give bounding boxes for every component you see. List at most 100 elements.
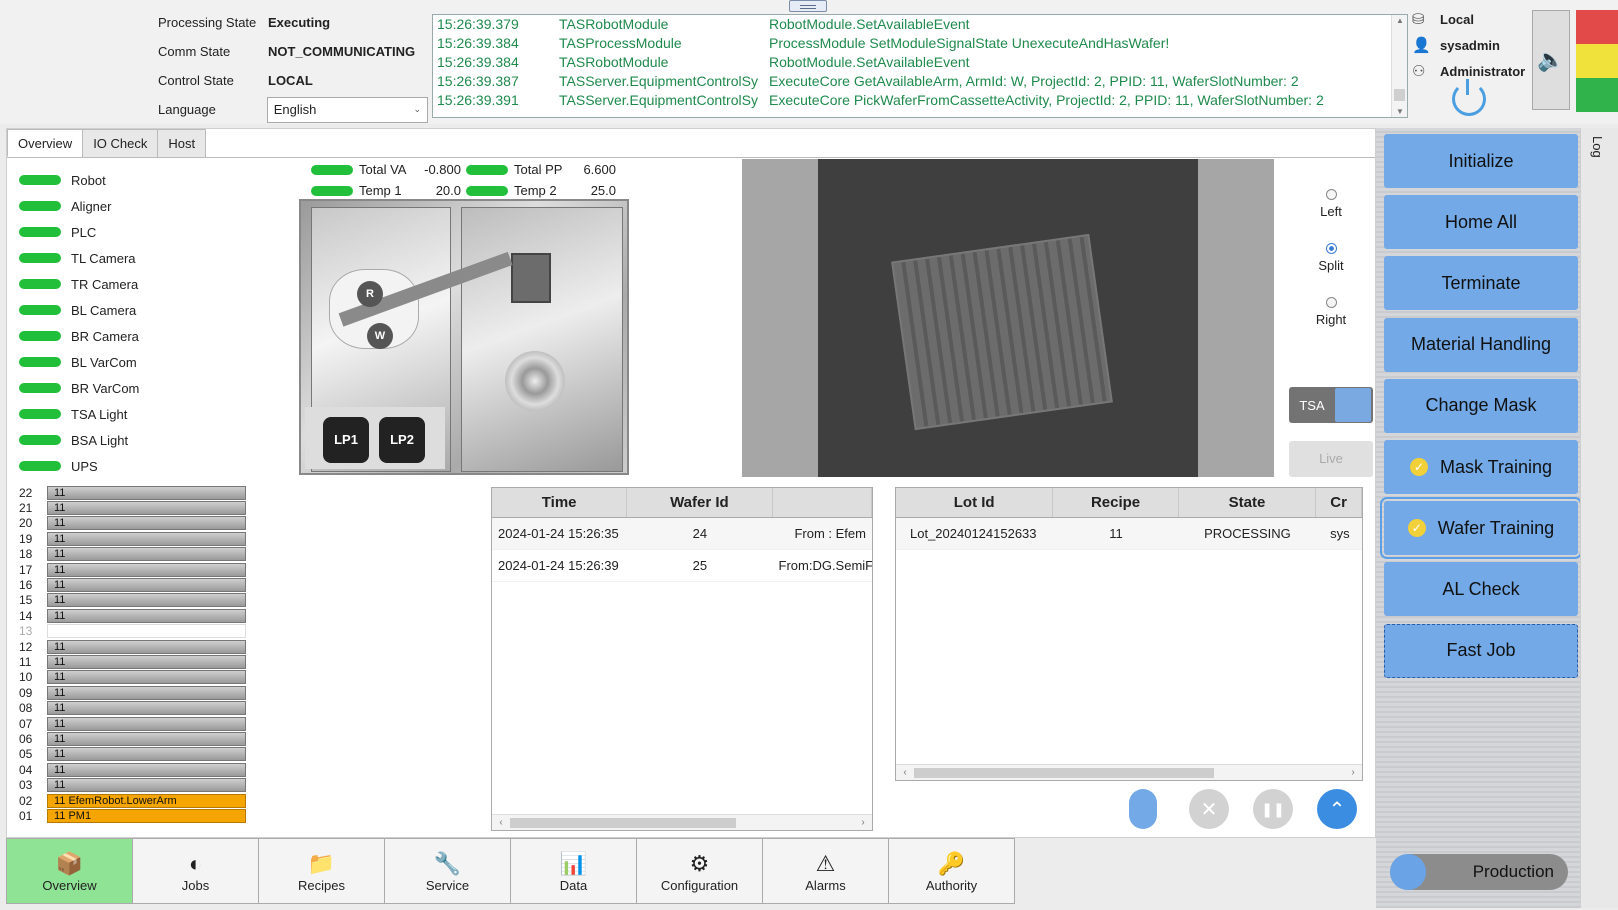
- slot-wafer[interactable]: 11: [47, 731, 246, 746]
- slot-row[interactable]: 20 11: [19, 516, 249, 531]
- slot-row[interactable]: 06 11: [19, 731, 249, 746]
- slot-wafer[interactable]: 11: [47, 547, 246, 562]
- table-row[interactable]: Lot_20240124152633 11 PROCESSING sys: [896, 518, 1362, 550]
- resume-button[interactable]: ⌃: [1317, 789, 1357, 829]
- slot-row[interactable]: 11 11: [19, 654, 249, 669]
- pause-button[interactable]: ❚❚: [1253, 789, 1293, 829]
- live-button[interactable]: Live: [1289, 441, 1373, 477]
- slot-wafer[interactable]: 11: [47, 516, 246, 531]
- slot-row[interactable]: 01 11 PM1: [19, 808, 249, 823]
- slot-wafer[interactable]: 11 EfemRobot.LowerArm: [47, 793, 246, 808]
- slot-wafer[interactable]: 11: [47, 670, 246, 685]
- wafer-table[interactable]: Time Wafer Id 2024-01-24 15:26:35 24 From …: [491, 487, 873, 831]
- nav-authority[interactable]: 🔑 Authority: [888, 838, 1015, 904]
- slot-row[interactable]: 10 11: [19, 670, 249, 685]
- slot-row[interactable]: 09 11: [19, 685, 249, 700]
- production-mode-toggle[interactable]: Production: [1390, 854, 1568, 890]
- wafer-training-button[interactable]: ✓ Wafer Training: [1380, 497, 1582, 560]
- abort-button[interactable]: ✕: [1189, 789, 1229, 829]
- slot-row[interactable]: 16 11: [19, 577, 249, 593]
- col-lot-id[interactable]: Lot Id: [896, 488, 1054, 517]
- slot-row[interactable]: 21 11: [19, 500, 249, 516]
- col-time[interactable]: Time: [492, 488, 628, 517]
- radio-right[interactable]: [1325, 297, 1337, 308]
- slot-wafer[interactable]: 11: [47, 501, 246, 516]
- slot-wafer[interactable]: 11 PM1: [47, 808, 246, 823]
- slot-wafer[interactable]: 11: [47, 593, 246, 608]
- col-from[interactable]: [773, 488, 872, 517]
- scroll-up-icon[interactable]: ▲: [1392, 16, 1407, 25]
- col-creator[interactable]: Cr: [1316, 488, 1362, 517]
- slot-wafer[interactable]: 11: [47, 701, 246, 716]
- tab-host[interactable]: Host: [157, 129, 207, 157]
- table-row[interactable]: 2024-01-24 15:26:35 24 From : Efem: [492, 518, 872, 550]
- initialize-button[interactable]: Initialize: [1384, 134, 1578, 188]
- slot-wafer[interactable]: [47, 624, 246, 639]
- radio-split[interactable]: [1325, 243, 1337, 254]
- col-state[interactable]: State: [1179, 488, 1317, 517]
- slot-row[interactable]: 19 11: [19, 531, 249, 546]
- scroll-right-icon[interactable]: ›: [856, 815, 870, 830]
- scroll-right-icon[interactable]: ›: [1346, 765, 1360, 780]
- nav-jobs[interactable]: ◐ Jobs: [132, 838, 259, 904]
- slot-wafer[interactable]: 11: [47, 747, 246, 762]
- nav-data[interactable]: 📊 Data: [510, 838, 637, 904]
- nav-recipes[interactable]: 📁 Recipes: [258, 838, 385, 904]
- nav-service[interactable]: 🔧 Service: [384, 838, 511, 904]
- table-row[interactable]: 2024-01-24 15:26:39 25 From:DG.SemiFra: [492, 550, 872, 582]
- scroll-down-icon[interactable]: ▼: [1392, 107, 1407, 116]
- change-mask-button[interactable]: Change Mask: [1384, 378, 1578, 433]
- log-side-tab[interactable]: Log: [1580, 128, 1618, 908]
- nav-alarms[interactable]: ⚠ Alarms: [762, 838, 889, 904]
- slot-row[interactable]: 22 11: [19, 485, 249, 500]
- home-all-button[interactable]: Home All: [1384, 195, 1578, 250]
- log-scrollbar[interactable]: ▲ ▼: [1391, 15, 1407, 117]
- mask-training-button[interactable]: ✓ Mask Training: [1384, 440, 1578, 494]
- wafer-table-scrollbar[interactable]: ‹ ›: [492, 814, 872, 830]
- lot-table[interactable]: Lot Id Recipe State Cr Lot_2024012415263…: [895, 487, 1363, 781]
- scroll-thumb[interactable]: [914, 768, 1214, 778]
- col-wafer-id[interactable]: Wafer Id: [627, 488, 773, 517]
- nav-overview[interactable]: 📦 Overview: [6, 838, 133, 904]
- load-port-2[interactable]: LP2: [379, 417, 425, 463]
- slot-wafer[interactable]: 11: [47, 639, 246, 654]
- slot-wafer[interactable]: 11: [47, 778, 246, 793]
- speaker-icon[interactable]: 🔈: [1532, 10, 1570, 110]
- slot-wafer[interactable]: 11: [47, 654, 246, 669]
- language-select[interactable]: English ⌄: [266, 96, 428, 123]
- scroll-left-icon[interactable]: ‹: [494, 815, 508, 830]
- slot-wafer[interactable]: 11: [47, 608, 246, 623]
- tab-overview[interactable]: Overview: [7, 129, 84, 157]
- slot-row[interactable]: 05 11: [19, 747, 249, 762]
- col-recipe[interactable]: Recipe: [1053, 488, 1179, 517]
- stop-button[interactable]: [1129, 789, 1157, 829]
- collapse-header-handle[interactable]: [789, 0, 827, 12]
- log-scroll-thumb[interactable]: [1394, 89, 1405, 101]
- view-mode-left[interactable]: Left: [1291, 189, 1371, 243]
- load-port-1[interactable]: LP1: [323, 417, 369, 463]
- scroll-left-icon[interactable]: ‹: [898, 765, 912, 780]
- scroll-thumb[interactable]: [510, 818, 736, 828]
- slot-row[interactable]: 15 11: [19, 593, 249, 608]
- fast-job-button[interactable]: Fast Job: [1384, 623, 1578, 678]
- slot-row[interactable]: 03 11: [19, 777, 249, 793]
- slot-row[interactable]: 04 11: [19, 762, 249, 777]
- tsa-toggle[interactable]: TSA: [1289, 387, 1373, 423]
- al-check-button[interactable]: AL Check: [1384, 562, 1578, 617]
- slot-wafer[interactable]: 11: [47, 716, 246, 731]
- power-icon[interactable]: [1452, 79, 1486, 116]
- lot-table-scrollbar[interactable]: ‹ ›: [896, 764, 1362, 780]
- slot-row[interactable]: 17 11: [19, 562, 249, 577]
- view-mode-right[interactable]: Right: [1291, 297, 1371, 351]
- slot-row[interactable]: 07 11: [19, 716, 249, 731]
- slot-wafer[interactable]: 11: [47, 685, 246, 700]
- slot-row[interactable]: 08 11: [19, 700, 249, 716]
- slot-wafer[interactable]: 11: [47, 562, 246, 577]
- slot-wafer[interactable]: 11: [47, 762, 246, 777]
- slot-wafer[interactable]: 11: [47, 578, 246, 593]
- slot-row[interactable]: 02 11 EfemRobot.LowerArm: [19, 793, 249, 808]
- slot-row[interactable]: 14 11: [19, 608, 249, 623]
- material-handling-button[interactable]: Material Handling: [1384, 317, 1578, 372]
- radio-left[interactable]: [1325, 189, 1337, 200]
- terminate-button[interactable]: Terminate: [1384, 256, 1578, 311]
